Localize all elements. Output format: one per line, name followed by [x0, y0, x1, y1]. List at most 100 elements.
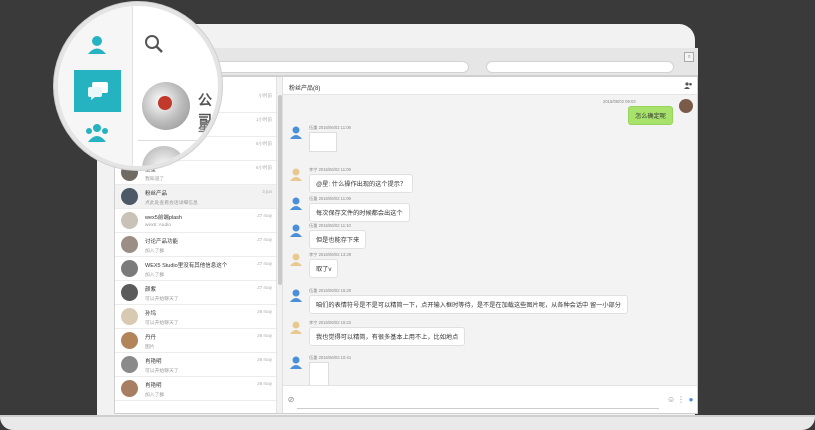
message-bubble: 我也觉得可以精简，有很多基本上用不上，比如地点 [309, 327, 466, 346]
contact-name: 粉丝产品 [145, 191, 168, 197]
message-meta: 伍重 2016/06/02 11:10 [309, 223, 351, 229]
contact-preview: 加入了群 [145, 273, 165, 278]
contact-row[interactable]: 丹丹 图片 26 may [115, 329, 276, 353]
sender-name: 伍重 [309, 355, 318, 360]
composer: ⊘ ☺ ⋮ ● [283, 385, 697, 413]
zoom-lens: 公司 星 [54, 2, 222, 170]
sender-avatar-icon[interactable] [289, 320, 303, 334]
chat-icon [88, 82, 108, 100]
nav-chat-tab[interactable] [74, 70, 121, 112]
contact-name: 颜紫 [145, 287, 157, 293]
contact-row[interactable]: 肖艳明加入了群 26 may [115, 377, 276, 401]
avatar [121, 332, 138, 349]
contact-time: 6小时前 [255, 165, 272, 170]
contact-time: 26 may [257, 381, 272, 386]
avatar [121, 212, 138, 229]
message-time: 2016/06/02 09:03 [603, 99, 636, 104]
contact-preview: 我知道了 [145, 177, 165, 182]
search-bar[interactable] [486, 61, 674, 73]
sender-avatar-icon[interactable] [289, 288, 303, 302]
sender-name: 伍重 [309, 125, 318, 130]
message-list: 2016/06/02 09:03 怎么确定呢 伍重 2016/06/02 11:08… [283, 95, 697, 392]
message-time: 2016/06/02 15:20 [318, 288, 352, 293]
message-meta: 李宁 2016/06/02 13:29 [309, 252, 351, 258]
sender-avatar-icon[interactable] [289, 223, 303, 237]
contact-name: 丹丹 [145, 335, 157, 341]
address-bar[interactable] [214, 61, 469, 73]
chat-title: 粉丝产品(8) [289, 86, 321, 92]
message-meta: 伍重 2016/06/02 11:08 [309, 125, 351, 131]
contact-name: 肖艳明 [145, 359, 162, 365]
attachment-icon[interactable]: ⊘ [287, 396, 295, 404]
contact-name: 肖艳明 [145, 383, 162, 389]
search-icon[interactable] [144, 34, 164, 54]
contact-preview: 加入了群 [145, 393, 165, 398]
contact-row[interactable]: 颜紫 可以开始聊天了 27 may [115, 281, 276, 305]
contact-row[interactable]: 粉丝产品 点此处查看会话详细信息 3 jun [115, 185, 276, 209]
message-input[interactable] [297, 408, 659, 409]
message-meta: 李宁 2016/06/02 11:09 [309, 167, 351, 173]
message-bubble: @星: 什么操作出现的这个提示？ [309, 174, 414, 193]
contact-time: 27 may [257, 213, 272, 218]
sender-avatar-icon[interactable] [289, 252, 303, 266]
group-avatar [142, 82, 190, 130]
microphone-icon[interactable]: ● [687, 396, 695, 404]
message-time: 2016/06/02 11:09 [318, 167, 351, 172]
message-time: 2016/06/02 11:08 [318, 125, 351, 130]
contact-time: 27 may [257, 261, 272, 266]
image-attachment[interactable] [309, 132, 337, 152]
avatar [121, 308, 138, 325]
message-time: 2016/06/02 13:29 [318, 252, 352, 257]
avatar [121, 284, 138, 301]
chat-header: 粉丝产品(8) [283, 77, 697, 95]
contact-row[interactable]: WEX5 Studio里没有其他信息这个 加入了群 27 may [115, 257, 276, 281]
emoji-icon[interactable]: ☺ [667, 396, 675, 404]
contact-name: 孙坞 [145, 311, 157, 317]
message-time: 2016/06/02 11:10 [318, 223, 351, 228]
contact-row[interactable]: wex5前端plash wex5: Audio 27 may [115, 209, 276, 233]
contact-time: 26 may [257, 357, 272, 362]
message-time: 2016/06/03 10:41 [318, 355, 352, 360]
sender-avatar-icon[interactable] [289, 167, 303, 181]
sender-avatar-icon[interactable] [289, 355, 303, 369]
contact-preview: 可以开始聊天了 [145, 321, 179, 326]
scrollbar-thumb[interactable] [278, 95, 282, 285]
window-control-icon[interactable]: ▫ [684, 52, 694, 62]
group-icon[interactable] [84, 122, 110, 142]
message-meta: 2016/06/02 09:03 [603, 99, 636, 104]
sender-name: 李宁 [309, 320, 318, 325]
avatar [121, 188, 138, 205]
contact-time: 26 may [257, 309, 272, 314]
avatar [121, 236, 138, 253]
contact-time: 1小时前 [255, 117, 272, 122]
contacts-icon[interactable] [86, 34, 108, 56]
avatar [121, 356, 138, 373]
laptop-base [0, 417, 815, 430]
avatar [121, 380, 138, 397]
contact-name: WEX5 Studio里没有其他信息这个 [145, 263, 228, 269]
contact-row[interactable]: 孙坞可以开始聊天了 26 may [115, 305, 276, 329]
sender-avatar-icon[interactable] [679, 99, 693, 113]
sender-avatar-icon[interactable] [289, 125, 303, 139]
contact-preview: 加入了群 [145, 249, 165, 254]
divider [138, 140, 218, 141]
contact-name: wex5前端plash [145, 215, 182, 221]
message-time: 2016/06/02 15:22 [318, 320, 352, 325]
message-bubble: 每次保存文件的时候都会出这个 [309, 203, 410, 222]
contact-row[interactable]: 讨论产品功能 加入了群 27 may [115, 233, 276, 257]
message-bubble: 但是也能存下来 [309, 230, 367, 249]
lens-chat-subtitle: 星 [198, 119, 212, 134]
group-avatar-accent [158, 96, 172, 110]
sender-name: 伍重 [309, 288, 318, 293]
nav-rail [58, 6, 133, 166]
contact-preview: 可以开始聊天了 [145, 369, 179, 374]
sender-name: 伍重 [309, 223, 318, 228]
more-icon[interactable]: ⋮ [677, 396, 685, 404]
contact-time: 5小时前 [255, 141, 272, 146]
contact-row[interactable]: 肖艳明可以开始聊天了 26 may [115, 353, 276, 377]
message-time: 2016/06/02 11:09 [318, 196, 351, 201]
sender-name: 李宁 [309, 252, 318, 257]
sender-avatar-icon[interactable] [289, 196, 303, 210]
contact-preview: wex5: Audio [145, 223, 171, 228]
members-icon[interactable] [684, 82, 693, 89]
